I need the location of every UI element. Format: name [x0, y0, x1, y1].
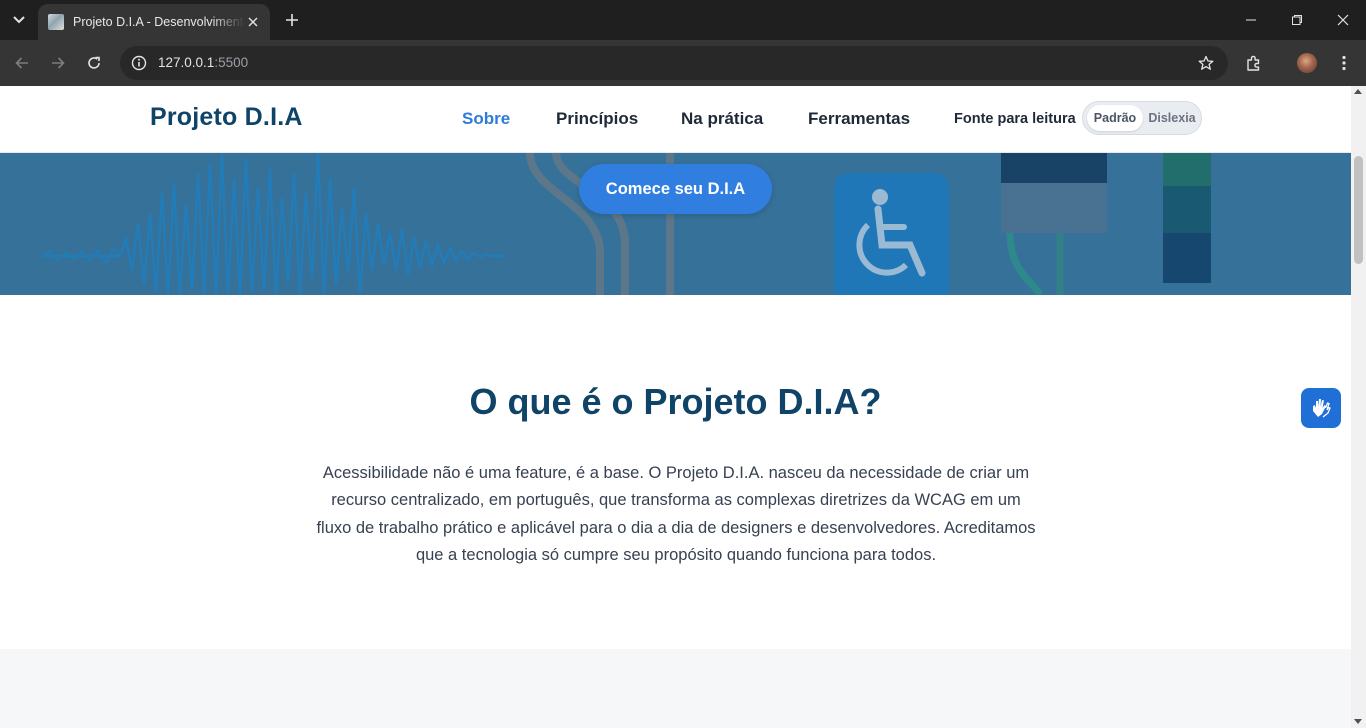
scroll-thumb[interactable] — [1354, 156, 1363, 264]
avatar[interactable] — [1297, 53, 1317, 73]
font-option-padrao[interactable]: Padrão — [1087, 105, 1143, 131]
close-icon[interactable] — [244, 13, 262, 31]
start-dia-button[interactable]: Comece seu D.I.A — [579, 164, 772, 214]
brand-logo[interactable]: Projeto D.I.A — [150, 103, 303, 132]
scroll-down-icon[interactable] — [1354, 719, 1362, 724]
nav-item-sobre[interactable]: Sobre — [462, 109, 510, 129]
minimize-icon[interactable] — [1228, 0, 1274, 40]
font-toggle: Padrão Dislexia — [1082, 101, 1202, 135]
nav-item-principios[interactable]: Princípios — [556, 109, 638, 129]
restore-icon[interactable] — [1274, 0, 1320, 40]
font-option-dislexia[interactable]: Dislexia — [1145, 105, 1199, 131]
hero-banner: Comece seu D.I.A — [0, 153, 1351, 295]
about-paragraph: Acessibilidade não é uma feature, é a ba… — [298, 460, 1054, 569]
scroll-up-icon[interactable] — [1354, 89, 1362, 94]
extensions-icon[interactable] — [1240, 49, 1268, 77]
url-text: 127.0.0.1:5500 — [158, 55, 248, 70]
address-bar[interactable]: 127.0.0.1:5500 — [120, 46, 1228, 80]
about-line: fluxo de trabalho prático e aplicável pa… — [316, 518, 1036, 537]
back-arrow-icon[interactable] — [8, 49, 36, 77]
reload-icon[interactable] — [80, 49, 108, 77]
browser-tab[interactable]: Projeto D.I.A - Desenvolvimento Inclusiv… — [38, 4, 270, 40]
forward-arrow-icon[interactable] — [44, 49, 72, 77]
tab-search-icon[interactable] — [6, 7, 32, 33]
font-toggle-label: Fonte para leitura — [954, 111, 1076, 127]
about-line: Acessibilidade não é uma feature, é a ba… — [322, 464, 1030, 482]
url-host: 127.0.0.1 — [158, 55, 215, 70]
bookmark-star-icon[interactable] — [1196, 53, 1216, 73]
plus-icon[interactable] — [280, 8, 304, 32]
about-line: que a tecnologia só cumpre seu propósito… — [415, 545, 937, 564]
nav-item-na-pratica[interactable]: Na prática — [681, 109, 763, 129]
about-line: recurso centralizado, em português, que … — [331, 491, 1021, 510]
favicon-icon — [48, 14, 64, 30]
site-info-icon[interactable] — [127, 51, 151, 75]
site-header: Projeto D.I.A Sobre Princípios Na prátic… — [0, 86, 1351, 153]
browser-toolbar: 127.0.0.1:5500 — [0, 40, 1366, 86]
page-scrollbar[interactable] — [1351, 86, 1366, 728]
sign-language-hands-icon[interactable] — [1301, 388, 1341, 428]
page-viewport: Projeto D.I.A Sobre Princípios Na prátic… — [0, 86, 1351, 728]
close-window-icon[interactable] — [1320, 0, 1366, 40]
browser-tab-bar: Projeto D.I.A - Desenvolvimento Inclusiv… — [0, 0, 1366, 40]
kebab-menu-icon[interactable] — [1330, 49, 1358, 77]
nav-item-ferramentas[interactable]: Ferramentas — [808, 109, 910, 129]
next-section — [0, 649, 1351, 728]
url-port: :5500 — [214, 55, 249, 70]
tab-title: Projeto D.I.A - Desenvolvimento Inclusiv… — [73, 15, 245, 29]
about-title: O que é o Projeto D.I.A? — [469, 381, 882, 422]
